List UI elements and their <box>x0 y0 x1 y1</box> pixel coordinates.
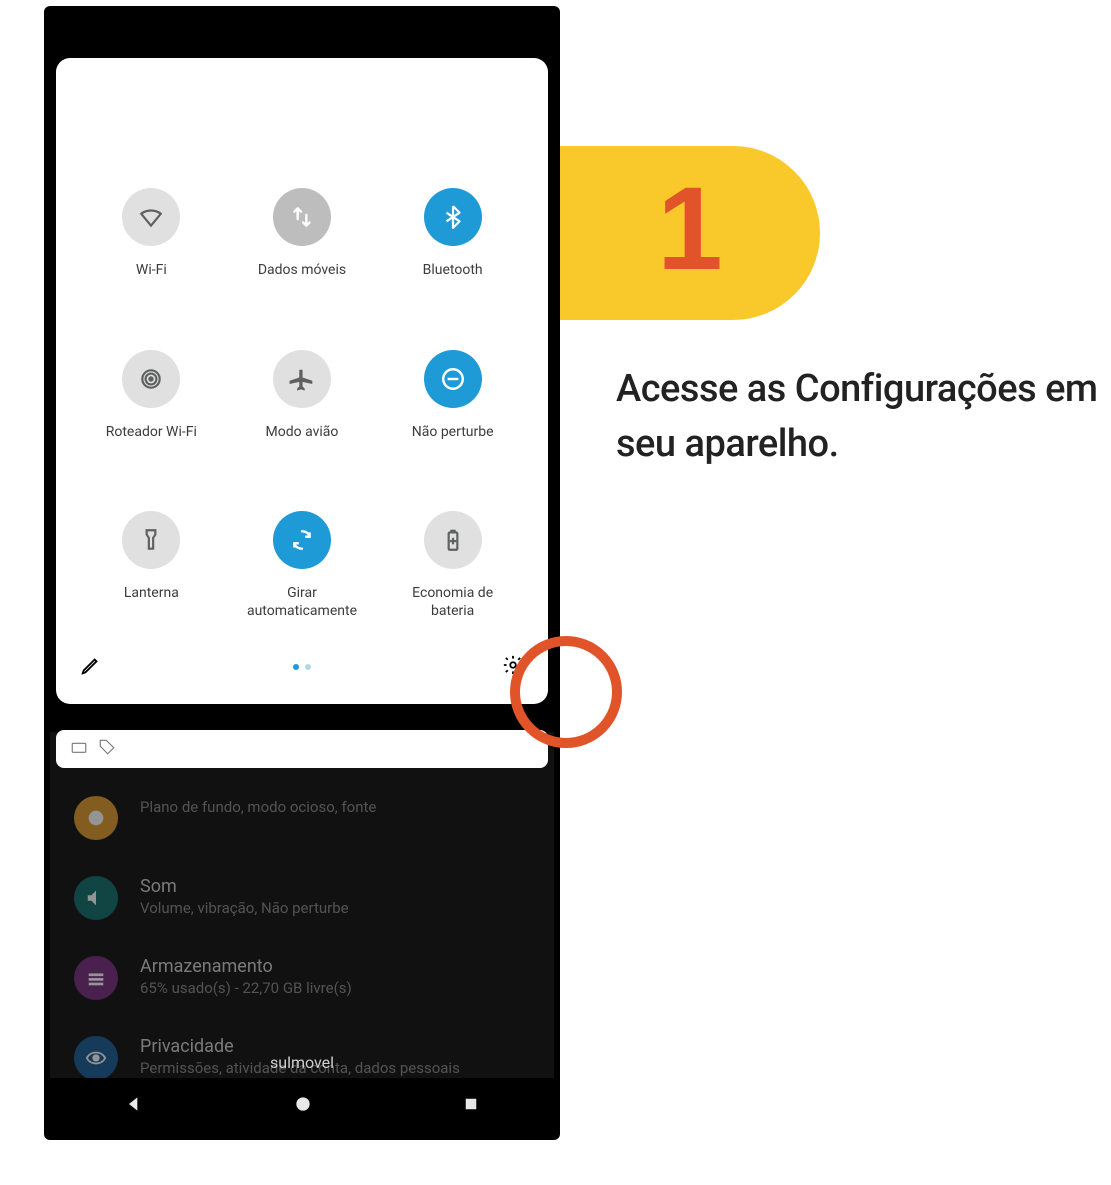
settings-row-title: Som <box>140 876 530 897</box>
nav-home-button[interactable] <box>293 1094 313 1118</box>
tile-hotspot[interactable]: Roteador Wi-Fi <box>76 350 227 442</box>
settings-row-sound[interactable]: Som Volume, vibração, Não perturbe <box>74 858 530 938</box>
step-badge: 1 <box>560 146 820 320</box>
data-icon <box>273 188 331 246</box>
settings-row-sub: 65% usado(s) - 22,70 GB livre(s) <box>140 979 530 997</box>
display-icon <box>74 796 118 840</box>
settings-row-sub: Plano de fundo, modo ocioso, fonte <box>140 798 530 816</box>
tile-dnd[interactable]: Não perturbe <box>377 350 528 442</box>
settings-button[interactable] <box>502 654 524 680</box>
settings-row-title: Armazenamento <box>140 956 530 977</box>
tile-battery-saver[interactable]: Economia de bateria <box>377 511 528 620</box>
storage-icon <box>74 956 118 1000</box>
tile-flashlight[interactable]: Lanterna <box>76 511 227 620</box>
carrier-label: sulmovel <box>50 1053 554 1072</box>
sound-icon <box>74 876 118 920</box>
keyboard-icon <box>70 738 88 760</box>
battery-icon <box>424 511 482 569</box>
quick-settings-panel: Wi-Fi Dados móveis Bluetooth <box>56 58 548 704</box>
settings-row-display[interactable]: Plano de fundo, modo ocioso, fonte <box>74 778 530 858</box>
flashlight-icon <box>122 511 180 569</box>
tile-mobile-data[interactable]: Dados móveis <box>227 188 378 280</box>
quick-settings-tiles: Wi-Fi Dados móveis Bluetooth <box>56 188 548 620</box>
rotate-icon <box>273 511 331 569</box>
settings-row-sub: Volume, vibração, Não perturbe <box>140 899 530 917</box>
notification-icons-bar <box>56 730 548 768</box>
tile-bluetooth[interactable]: Bluetooth <box>377 188 528 280</box>
edit-tiles-button[interactable] <box>80 654 102 680</box>
settings-row-storage[interactable]: Armazenamento 65% usado(s) - 22,70 GB li… <box>74 938 530 1018</box>
phone-screen: Plano de fundo, modo ocioso, fonte Som V… <box>50 12 554 1134</box>
bluetooth-icon <box>424 188 482 246</box>
wifi-icon <box>122 188 180 246</box>
instruction-text: Acesse as Configurações em seu aparelho. <box>616 362 1111 472</box>
tile-label: Girar automaticamente <box>232 585 372 620</box>
page-dot-1 <box>293 664 299 670</box>
tile-label: Economia de bateria <box>383 585 523 620</box>
tile-autorotate[interactable]: Girar automaticamente <box>227 511 378 620</box>
dnd-icon <box>424 350 482 408</box>
tile-airplane[interactable]: Modo avião <box>227 350 378 442</box>
tile-label: Modo avião <box>232 424 372 442</box>
settings-background: Plano de fundo, modo ocioso, fonte Som V… <box>50 732 554 1078</box>
page-dot-2 <box>305 664 311 670</box>
airplane-icon <box>273 350 331 408</box>
tag-icon <box>98 738 116 760</box>
nav-recent-button[interactable] <box>462 1095 480 1117</box>
hotspot-icon <box>122 350 180 408</box>
tile-label: Dados móveis <box>232 262 372 280</box>
tile-label: Wi-Fi <box>81 262 221 280</box>
quick-settings-footer <box>56 620 548 688</box>
tile-label: Roteador Wi-Fi <box>81 424 221 442</box>
navigation-bar <box>50 1078 554 1134</box>
tile-label: Bluetooth <box>383 262 523 280</box>
nav-back-button[interactable] <box>124 1094 144 1118</box>
tile-label: Não perturbe <box>383 424 523 442</box>
status-bar <box>50 12 554 48</box>
tile-wifi[interactable]: Wi-Fi <box>76 188 227 280</box>
phone-frame: Plano de fundo, modo ocioso, fonte Som V… <box>44 6 560 1140</box>
page-indicator <box>293 664 311 670</box>
tile-label: Lanterna <box>81 585 221 603</box>
step-number: 1 <box>657 170 723 288</box>
